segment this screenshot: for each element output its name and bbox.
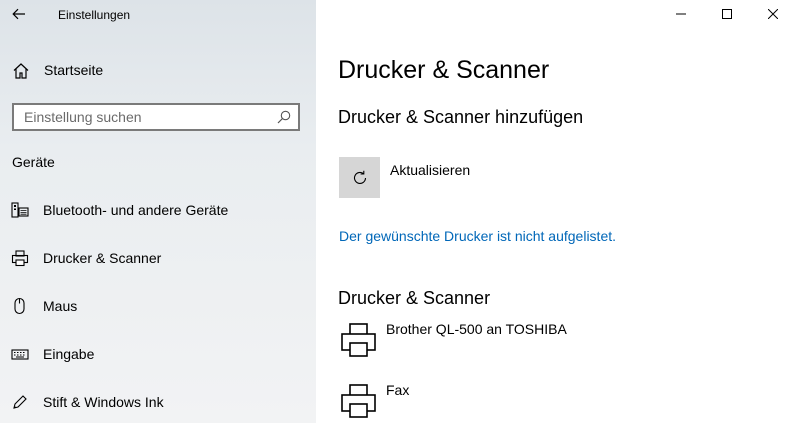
titlebar-left: Einstellungen [0,0,316,30]
sidebar-item-label: Maus [43,298,78,314]
search-box[interactable] [12,103,300,131]
sidebar-item-label: Drucker & Scanner [43,250,162,266]
refresh-button[interactable] [339,157,380,198]
sidebar-item-bluetooth[interactable]: Bluetooth- und andere Geräte [0,190,316,230]
refresh-icon [350,168,370,188]
maximize-icon [722,9,732,19]
sidebar-item-label: Startseite [44,62,104,78]
sidebar: Einstellungen Startseite Geräte Bluetoot… [0,0,316,423]
printer-icon [338,381,378,421]
printer-icon [338,320,378,360]
sidebar-item-label: Bluetooth- und andere Geräte [43,202,229,218]
section-title: Geräte [12,154,55,170]
device-name: Brother QL-500 an TOSHIBA [386,321,567,337]
sidebar-item-pen[interactable]: Stift & Windows Ink [0,382,316,422]
device-item[interactable]: Brother QL-500 an TOSHIBA [338,320,778,368]
printer-not-listed-link[interactable]: Der gewünschte Drucker ist nicht aufgeli… [339,228,616,244]
mouse-icon [11,297,29,315]
bluetooth-devices-icon [11,201,29,219]
sidebar-item-mouse[interactable]: Maus [0,286,316,326]
main-content: Drucker & Scanner Drucker & Scanner hinz… [316,0,796,423]
pen-icon [11,393,29,411]
close-icon [768,9,778,19]
sidebar-item-input[interactable]: Eingabe [0,334,316,374]
back-button[interactable] [4,0,34,28]
back-arrow-icon [12,8,26,20]
keyboard-icon [11,345,29,363]
maximize-button[interactable] [704,0,750,28]
page-title: Drucker & Scanner [338,56,550,84]
search-icon[interactable] [276,109,292,125]
printer-list-title: Drucker & Scanner [338,288,491,308]
sidebar-item-label: Eingabe [43,346,95,362]
device-name: Fax [386,382,410,398]
home-icon [12,62,30,80]
sidebar-item-printers[interactable]: Drucker & Scanner [0,238,316,278]
refresh-label[interactable]: Aktualisieren [390,162,470,178]
close-button[interactable] [750,0,796,28]
add-section-title: Drucker & Scanner hinzufügen [338,107,584,127]
minimize-icon [676,9,686,19]
printer-icon [11,249,29,267]
minimize-button[interactable] [658,0,704,28]
device-item[interactable]: Fax [338,381,778,423]
search-input[interactable] [14,105,264,129]
sidebar-item-home[interactable]: Startseite [0,54,316,86]
app-title: Einstellungen [58,8,131,22]
sidebar-item-label: Stift & Windows Ink [43,394,164,410]
